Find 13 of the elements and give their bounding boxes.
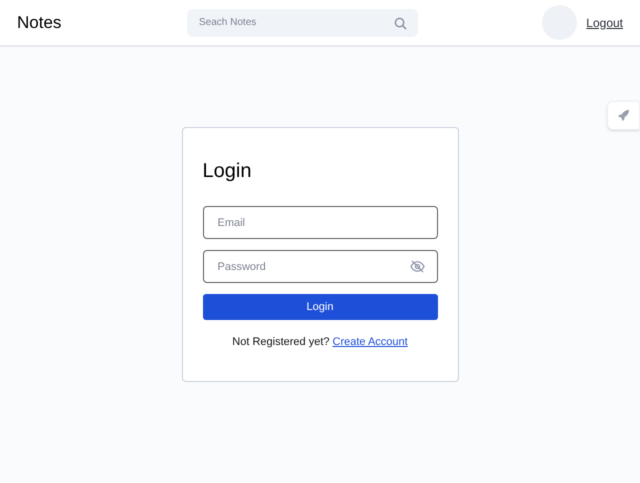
email-field[interactable]: Email <box>202 206 438 239</box>
rocket-icon <box>617 109 630 122</box>
register-prompt: Not Registered yet? <box>232 335 330 350</box>
eye-slash-icon[interactable] <box>410 259 424 274</box>
login-title: Login <box>202 159 252 184</box>
search-icon <box>394 16 407 30</box>
login-button[interactable]: Login <box>202 294 438 320</box>
search-field[interactable]: Seach Notes <box>187 8 418 36</box>
app-title: Notes <box>17 12 62 34</box>
create-account-link[interactable]: Create Account <box>332 334 408 351</box>
password-field[interactable]: Password <box>202 250 438 283</box>
logout-link[interactable]: Logout <box>586 14 623 32</box>
floating-button[interactable] <box>607 101 640 130</box>
